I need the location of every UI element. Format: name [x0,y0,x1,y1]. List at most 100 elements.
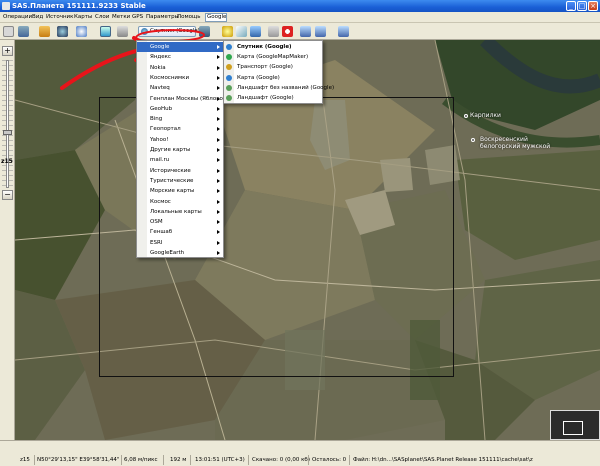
menu-layers[interactable]: Слои [95,14,109,20]
map-source-item-label: GeoHub [150,105,173,112]
map-source-item[interactable]: ESRI [137,238,223,248]
map-source-item-label: Другие карты [150,147,191,153]
map-source-item[interactable]: GeoHub [137,104,223,114]
status-file-path: Файл: H:\dn...\SASplanet\SAS.Planet Rele… [353,457,533,463]
window-title: SAS.Планета 151111.9233 Stable [12,2,146,10]
map-source-item[interactable]: Космос [137,197,223,207]
map-source-item[interactable]: Google [137,42,223,52]
map-source-item-label: ESRI [150,239,163,246]
marks-icon[interactable] [268,26,279,37]
submenu-arrow-icon [217,178,220,183]
map-source-item[interactable]: Геопортал [137,124,223,134]
map-source-item[interactable]: Туристические [137,176,223,186]
map-source-item[interactable]: mail.ru [137,155,223,165]
map-source-item-label: Yahoo! [150,136,169,143]
map-source-item-label: Nokia [150,64,166,71]
map-source-item[interactable]: Генплан Москвы (Яблоко) [137,94,226,104]
map-layer-icon [226,44,232,50]
map-source-item-label: mail.ru [150,157,170,164]
polygon-icon[interactable] [250,26,261,37]
minimize-button[interactable]: _ [566,1,576,11]
town-label: Карпилки [470,112,501,119]
delete-icon[interactable] [282,26,293,37]
google-map-item[interactable]: Карта (Google) [224,73,322,83]
google-map-item[interactable]: Транспорт (Google) [224,62,322,72]
submenu-arrow-icon [217,220,220,225]
close-button[interactable]: × [588,1,598,11]
status-coords: N50°29'13,15" E39°58'31,44" [37,457,120,463]
map-source-item-label: OSM [150,219,163,226]
menu-marks[interactable]: Метки [112,14,130,20]
map-source-item[interactable]: GoogleEarth [137,248,223,258]
ruler-icon[interactable] [39,26,50,37]
map-source-item[interactable]: Bing [137,114,223,124]
overview-map[interactable] [550,410,600,440]
overview-view-box[interactable] [563,421,583,435]
zoom-track[interactable] [6,60,9,188]
map-source-item[interactable]: Nokia [137,63,223,73]
map-source-item-label: Navteq [150,85,170,92]
status-time: 13:01:51 (UTC+3) [195,457,245,463]
submenu-arrow-icon [217,106,220,111]
menu-help[interactable]: Помощь [177,14,200,20]
google-map-item[interactable]: Ландшафт (Google) [224,93,322,103]
map-layer-icon [226,74,232,81]
menu-source[interactable]: Источник [46,14,73,20]
menu-view[interactable]: Вид [32,14,43,20]
title-bar: SAS.Планета 151111.9233 Stable _ □ × [0,0,600,12]
map-source-item-label: Google [150,44,170,50]
submenu-arrow-icon [217,209,220,214]
map-source-item[interactable]: Yahoo! [137,135,223,145]
google-map-item-label: Спутник (Google) [237,44,292,50]
map-source-item[interactable]: Исторические [137,166,223,176]
map-source-item-label: Bing [150,116,163,123]
submenu-arrow-icon [217,251,220,255]
monastery-pin-icon [471,138,475,142]
lightbulb-icon[interactable] [222,26,233,37]
menu-maps[interactable]: Карты [74,14,92,20]
google-map-item[interactable]: Ландшафт без названий (Google) [224,83,334,93]
map-source-item[interactable]: Яндекс [137,52,223,62]
google-map-item[interactable]: Спутник (Google) [224,42,322,52]
zoom-out-button[interactable]: − [2,190,13,200]
google-map-item[interactable]: Карта (GoogleMapMaker) [224,52,322,62]
zoom-panel: + − z15 [0,40,15,440]
submenu-arrow-icon [217,240,220,245]
submenu-arrow-icon [217,45,220,49]
submenu-arrow-icon [217,199,220,204]
path-icon[interactable] [236,26,247,37]
submenu-arrow-icon [217,86,220,91]
submenu-arrow-icon [217,96,220,101]
map-source-item[interactable]: Navteq [137,83,223,93]
gps-center-icon[interactable] [338,26,349,37]
menu-parameters[interactable]: Параметры [146,14,179,20]
zoom-in-button[interactable]: + [2,46,13,56]
map-source-item[interactable]: Геншаб [137,227,223,237]
map-layer-icon [226,54,232,61]
map-source-item[interactable]: OSM [137,217,223,227]
map-source-item-label: Геншаб [150,229,173,236]
pointer-icon[interactable] [3,26,14,37]
map-layer-icon [226,95,232,101]
map-source-item[interactable]: Морские карты [137,186,223,196]
submenu-arrow-icon [217,189,220,194]
map-source-item[interactable]: Космоснимки [137,73,223,83]
select-area-icon[interactable] [18,26,29,37]
menu-gps[interactable]: GPS [132,14,143,20]
submenu-arrow-icon [217,127,220,132]
map-source-item[interactable]: Другие карты [137,145,223,155]
search-engine-combo[interactable]: Google [205,13,227,22]
map-source-item[interactable]: Локальные карты [137,207,223,217]
map-source-item-label: Генплан Москвы (Яблоко) [150,95,226,102]
submenu-arrow-icon [217,168,220,173]
google-map-item-label: Карта (GoogleMapMaker) [237,54,309,61]
google-submenu: Спутник (Google) Карта (GoogleMapMaker) Тр… [223,40,334,104]
menu-operations[interactable]: Операции [3,14,32,20]
map-layer-icon [226,84,232,91]
status-remaining: Осталось: 0 [312,457,347,463]
status-height: 192 м [170,457,187,463]
gps-track-icon[interactable] [315,26,326,37]
zoom-slider-thumb[interactable] [3,130,12,135]
gps-connect-icon[interactable] [300,26,311,37]
maximize-button[interactable]: □ [577,1,587,11]
